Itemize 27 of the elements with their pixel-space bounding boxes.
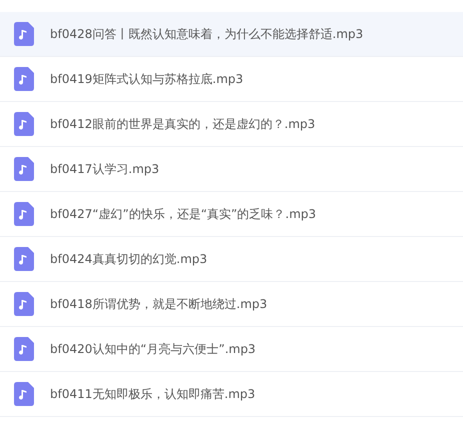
file-row[interactable]: bf0419矩阵式认知与苏格拉底.mp3 bbox=[0, 57, 463, 102]
music-file-icon bbox=[14, 67, 34, 91]
file-name: bf0420认知中的“月亮与六便士”.mp3 bbox=[50, 340, 256, 358]
music-file-icon bbox=[14, 247, 34, 271]
file-row[interactable]: bf0418所谓优势，就是不断地绕过.mp3 bbox=[0, 282, 463, 327]
file-name: bf0411无知即极乐，认知即痛苦.mp3 bbox=[50, 386, 256, 402]
music-file-icon bbox=[14, 382, 34, 406]
file-name: bf0427“虚幻”的快乐，还是“真实”的乏味？.mp3 bbox=[50, 206, 316, 222]
file-row[interactable]: bf0424真真切切的幻觉.mp3 bbox=[0, 237, 463, 282]
file-name: bf0412眼前的世界是真实的，还是虚幻的？.mp3 bbox=[50, 116, 316, 132]
file-name: bf0428问答丨既然认知意味着，为什么不能选择舒适.mp3 bbox=[50, 26, 364, 42]
music-file-icon bbox=[14, 22, 34, 46]
file-row[interactable]: bf0427“虚幻”的快乐，还是“真实”的乏味？.mp3 bbox=[0, 192, 463, 237]
file-row[interactable]: bf0412眼前的世界是真实的，还是虚幻的？.mp3 bbox=[0, 102, 463, 147]
music-file-icon bbox=[14, 112, 34, 136]
file-row[interactable]: bf0428问答丨既然认知意味着，为什么不能选择舒适.mp3 bbox=[0, 12, 463, 57]
music-file-icon bbox=[14, 337, 34, 361]
file-name: bf0424真真切切的幻觉.mp3 bbox=[50, 250, 208, 268]
music-file-icon bbox=[14, 292, 34, 316]
file-row[interactable]: bf0417认学习.mp3 bbox=[0, 147, 463, 192]
file-name: bf0419矩阵式认知与苏格拉底.mp3 bbox=[50, 70, 244, 88]
file-name: bf0417认学习.mp3 bbox=[50, 160, 160, 178]
file-name: bf0418所谓优势，就是不断地绕过.mp3 bbox=[50, 296, 268, 312]
music-file-icon bbox=[14, 202, 34, 226]
file-row[interactable]: bf0420认知中的“月亮与六便士”.mp3 bbox=[0, 327, 463, 372]
music-file-icon bbox=[14, 157, 34, 181]
file-row[interactable]: bf0411无知即极乐，认知即痛苦.mp3 bbox=[0, 372, 463, 417]
